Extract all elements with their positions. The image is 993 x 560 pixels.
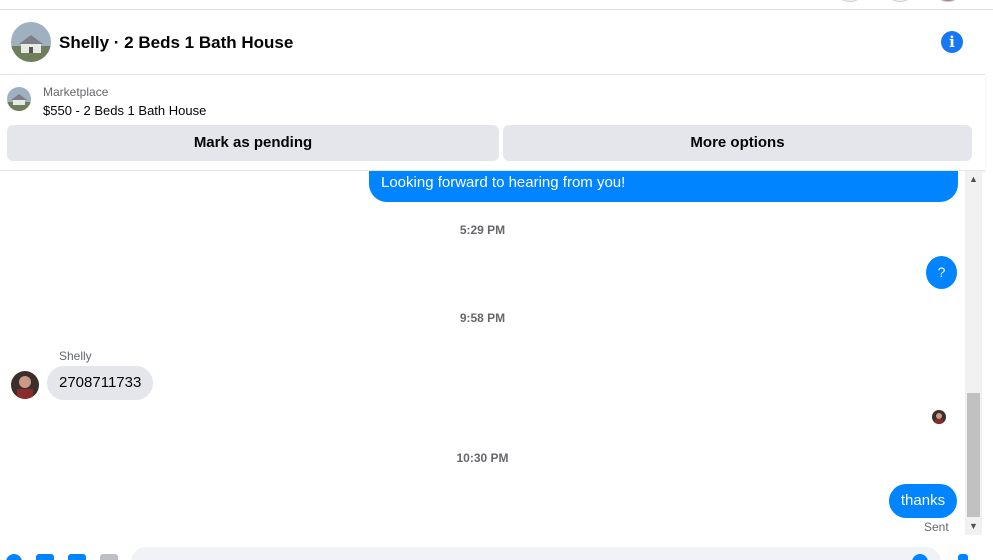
scroll-up-arrow-icon[interactable]: ▲ (965, 171, 982, 188)
top-bar-icon[interactable] (888, 0, 912, 2)
message-timestamp: 9:58 PM (459, 311, 506, 325)
gif-icon[interactable] (100, 554, 118, 560)
conversation-title[interactable]: Shelly · 2 Beds 1 Bath House (59, 33, 293, 53)
outgoing-message[interactable]: thanks (889, 484, 957, 518)
conversation-header: Shelly · 2 Beds 1 Bath House i (0, 11, 985, 75)
message-composer (0, 535, 993, 560)
mark-as-pending-button[interactable]: Mark as pending (7, 125, 499, 161)
read-receipt-avatar (932, 410, 946, 424)
message-timestamp: 10:30 PM (456, 451, 509, 465)
like-icon[interactable] (958, 554, 968, 560)
scroll-down-arrow-icon[interactable]: ▼ (965, 518, 982, 535)
account-avatar[interactable] (936, 0, 960, 2)
more-actions-icon[interactable] (6, 554, 22, 560)
top-bar-icon[interactable] (838, 0, 862, 2)
message-thread[interactable]: Looking forward to hearing from you! 5:2… (0, 171, 965, 535)
listing-avatar[interactable] (11, 22, 51, 62)
info-icon[interactable]: i (941, 31, 963, 53)
listing-source: Marketplace (43, 85, 109, 99)
more-options-button[interactable]: More options (503, 125, 972, 161)
top-bar (0, 0, 993, 10)
incoming-message[interactable]: 2708711733 (47, 366, 154, 400)
scroll-thumb[interactable] (967, 393, 980, 517)
listing-thumbnail[interactable] (7, 87, 31, 111)
chat-scrollbar[interactable]: ▲ ▼ (965, 171, 982, 535)
photo-icon[interactable] (36, 554, 54, 560)
sender-name: Shelly (59, 349, 92, 363)
delivery-status: Sent (924, 520, 949, 534)
outgoing-message[interactable]: ? (926, 256, 957, 289)
marketplace-listing-panel: Marketplace $550 - 2 Beds 1 Bath House M… (0, 75, 985, 171)
message-timestamp: 5:29 PM (459, 223, 506, 237)
sender-avatar[interactable] (11, 371, 39, 399)
message-input[interactable] (131, 547, 941, 560)
listing-title[interactable]: $550 - 2 Beds 1 Bath House (43, 103, 206, 118)
sticker-icon[interactable] (68, 554, 86, 560)
outgoing-message[interactable]: Looking forward to hearing from you! (369, 171, 958, 202)
